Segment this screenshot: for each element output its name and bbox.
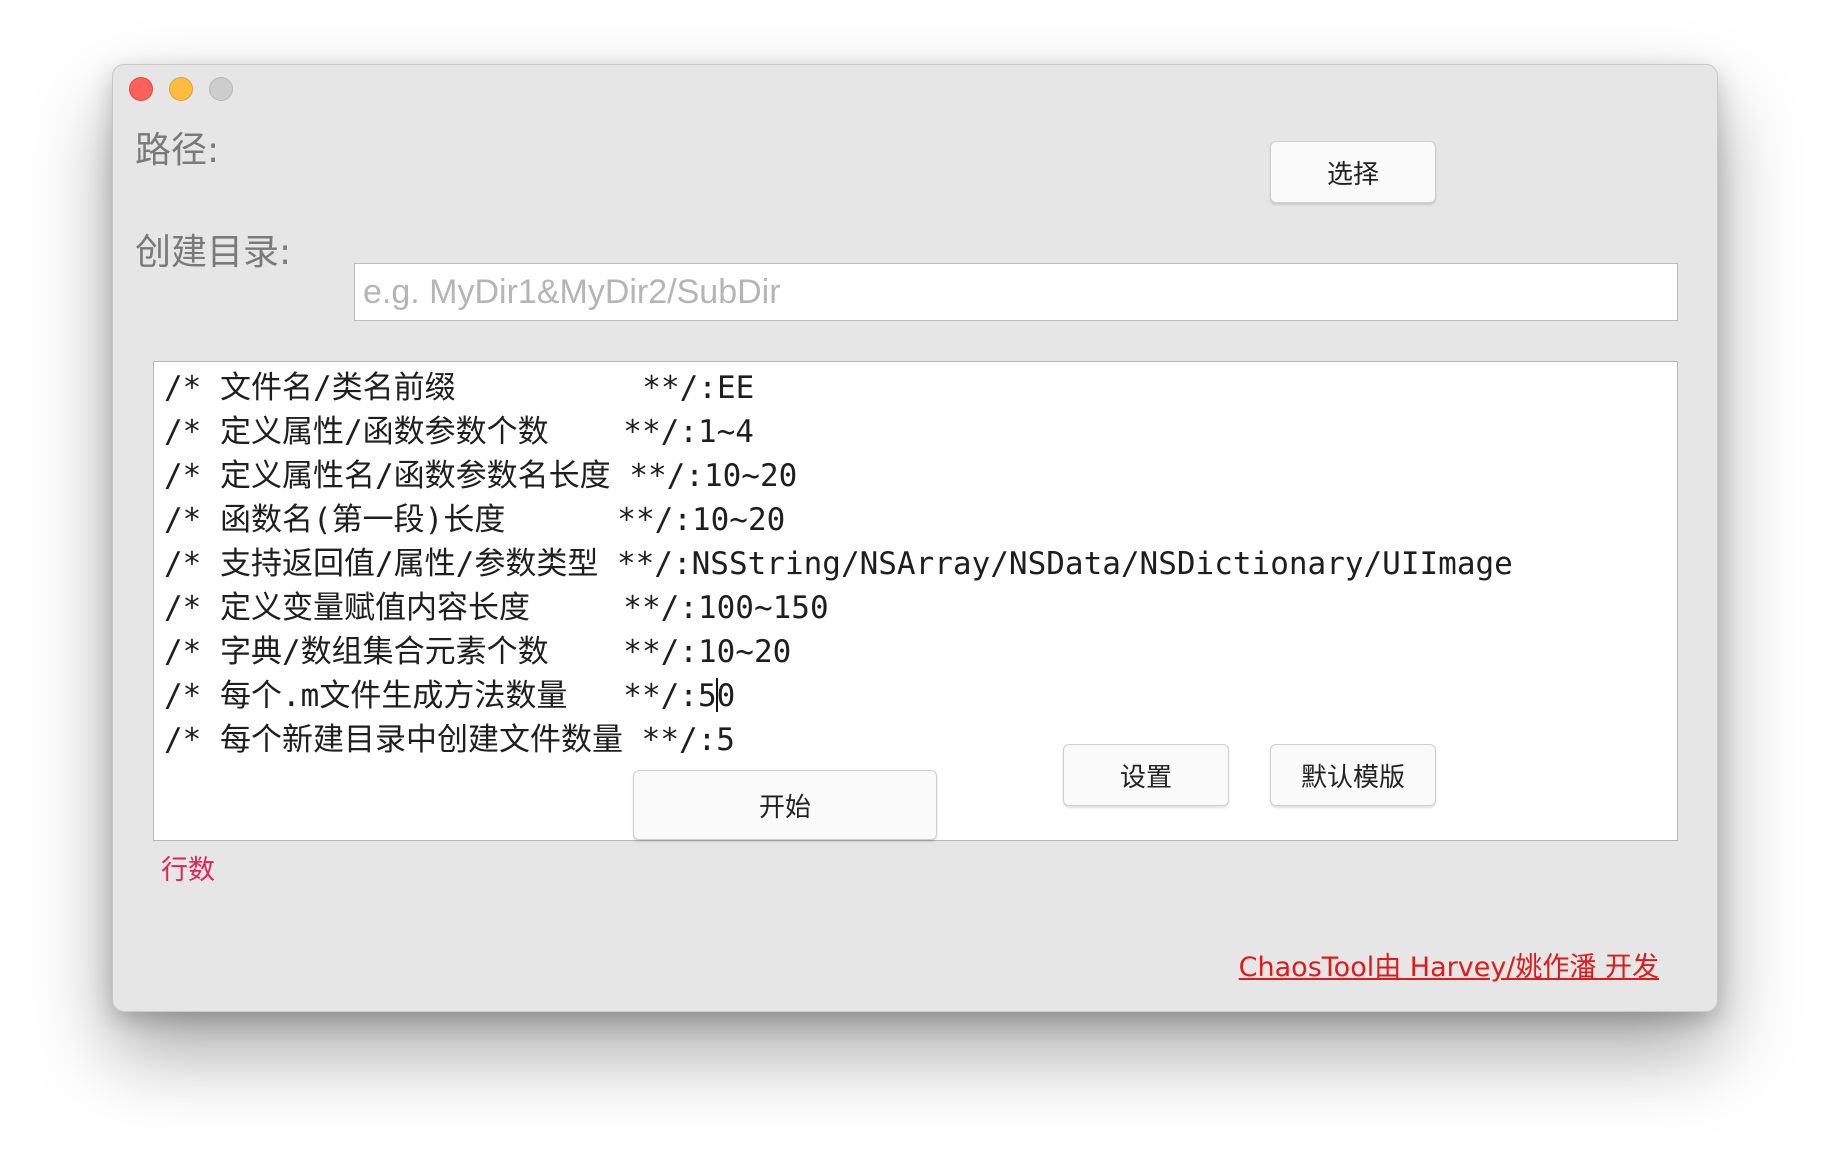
config-line-file-count: /* 每个新建目录中创建文件数量 **/:5 [164, 722, 735, 758]
choose-button[interactable]: 选择 [1270, 141, 1436, 203]
create-dir-label: 创建目录: [135, 232, 292, 273]
row-count-label: 行数 [161, 855, 215, 886]
path-label: 路径: [135, 130, 220, 171]
config-line-func-name-length: /* 函数名(第一段)长度 **/:10~20 [164, 502, 786, 538]
config-editor[interactable]: /* 文件名/类名前缀 **/:EE /* 定义属性/函数参数个数 **/:1~… [153, 361, 1678, 841]
minimize-icon[interactable] [169, 77, 193, 101]
credit-link[interactable]: ChaosTool由 Harvey/姚作潘 开发 [1239, 951, 1659, 985]
config-line-value-length: /* 定义变量赋值内容长度 **/:100~150 [164, 590, 829, 626]
config-line-method-count: /* 每个.m文件生成方法数量 **/:50 [164, 674, 1667, 718]
config-line-method-count-tail: 0 [716, 678, 736, 714]
default-template-button[interactable]: 默认模版 [1270, 744, 1436, 806]
config-line-prefix: /* 文件名/类名前缀 **/:EE [164, 370, 755, 406]
config-line-method-count-text: /* 每个.m文件生成方法数量 **/:5 [164, 678, 717, 714]
config-line-types: /* 支持返回值/属性/参数类型 **/:NSString/NSArray/NS… [164, 546, 1513, 582]
close-icon[interactable] [129, 77, 153, 101]
config-line-name-length: /* 定义属性名/函数参数名长度 **/:10~20 [164, 458, 798, 494]
zoom-icon[interactable] [209, 77, 233, 101]
config-line-collection-count: /* 字典/数组集合元素个数 **/:10~20 [164, 634, 792, 670]
settings-button[interactable]: 设置 [1063, 744, 1229, 806]
config-line-param-count: /* 定义属性/函数参数个数 **/:1~4 [164, 414, 754, 450]
start-button[interactable]: 开始 [633, 770, 937, 840]
main-window: 路径: 选择 创建目录: /* 文件名/类名前缀 **/:EE /* 定义属性/… [112, 64, 1718, 1012]
create-dir-input[interactable] [354, 263, 1678, 321]
